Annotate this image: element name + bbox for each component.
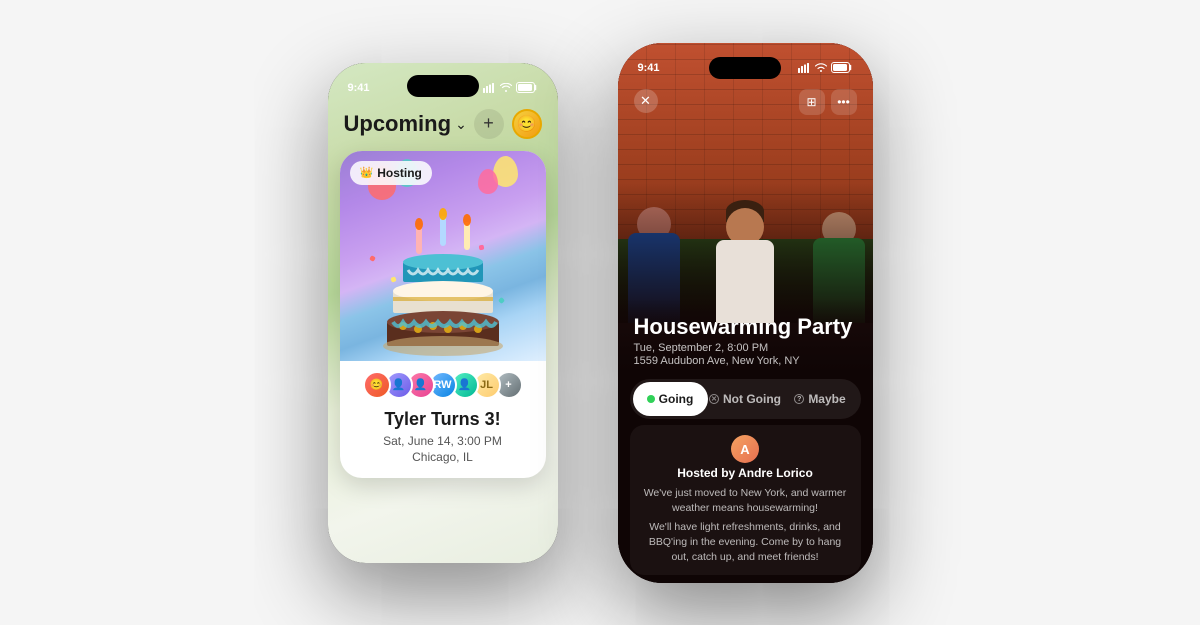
- battery-icon-2: [831, 62, 853, 73]
- phone-2: 9:41: [618, 43, 873, 583]
- dynamic-island-1: [407, 75, 479, 97]
- event-photo: [618, 43, 873, 324]
- rsvp-row: Going ✕ Not Going ? Maybe: [630, 379, 861, 419]
- chevron-down-icon: ⌄: [455, 116, 467, 133]
- close-button[interactable]: ✕: [634, 89, 658, 113]
- person-center: [716, 240, 774, 323]
- status-bar-2: 9:41: [618, 43, 873, 85]
- not-going-icon: ✕: [709, 394, 719, 404]
- user-avatar-button[interactable]: 😊: [512, 109, 542, 139]
- wifi-icon-2: [815, 63, 827, 72]
- host-avatar: A: [731, 435, 759, 463]
- host-description-2: We'll have light refreshments, drinks, a…: [642, 520, 849, 564]
- event-info: Tyler Turns 3! Sat, June 14, 3:00 PM Chi…: [340, 405, 546, 478]
- header-title-area[interactable]: Upcoming ⌄: [344, 111, 467, 137]
- more-options-button[interactable]: •••: [831, 89, 857, 115]
- host-section: A Hosted by Andre Lorico We've just move…: [630, 425, 861, 574]
- balloon-pink: [478, 169, 498, 194]
- status-icons-2: [798, 60, 853, 73]
- hosting-text: Hosting: [377, 166, 422, 180]
- signal-icon-2: [798, 63, 811, 73]
- maybe-icon: ?: [794, 394, 804, 404]
- menu-buttons: ⊞ •••: [799, 89, 857, 115]
- hosting-badge: 👑 Hosting: [350, 161, 432, 185]
- host-row: A Hosted by Andre Lorico: [642, 435, 849, 480]
- rsvp-going-button[interactable]: Going: [633, 382, 708, 416]
- not-going-label: Not Going: [723, 392, 781, 406]
- detail-event-location: 1559 Audubon Ave, New York, NY: [634, 355, 857, 367]
- event-location: Chicago, IL: [356, 450, 530, 464]
- confetti-1: [369, 255, 376, 262]
- grid-icon-button[interactable]: ⊞: [799, 89, 825, 115]
- upcoming-title: Upcoming: [344, 111, 452, 137]
- phone-1: 9:41: [328, 63, 558, 563]
- detail-event-date: Tue, September 2, 8:00 PM: [634, 342, 857, 354]
- event-date: Sat, June 14, 3:00 PM: [356, 434, 530, 448]
- going-label: Going: [659, 392, 694, 406]
- add-event-button[interactable]: +: [474, 109, 504, 139]
- header-actions: + 😊: [474, 109, 542, 139]
- crown-icon: 👑: [360, 166, 374, 179]
- attendees-row: 😊 👤 👤 RW 👤 JL +: [340, 361, 546, 405]
- rsvp-not-going-button[interactable]: ✕ Not Going: [708, 382, 783, 416]
- event-name: Tyler Turns 3!: [356, 409, 530, 430]
- status-time-2: 9:41: [638, 60, 660, 74]
- cake-illustration: [378, 206, 508, 361]
- going-indicator: [647, 395, 655, 403]
- event-card-image: 👑 Hosting: [340, 151, 546, 361]
- rsvp-maybe-button[interactable]: ? Maybe: [783, 382, 858, 416]
- event-card-tyler[interactable]: 👑 Hosting 😊 👤 👤 RW 👤 JL + Tyler Turn: [340, 151, 546, 478]
- maybe-label: Maybe: [808, 392, 845, 406]
- event-details-bottom: Housewarming Party Tue, September 2, 8:0…: [618, 298, 873, 583]
- host-name: Hosted by Andre Lorico: [677, 466, 813, 480]
- attendee-1: 😊: [363, 371, 391, 399]
- host-description-1: We've just moved to New York, and warmer…: [642, 486, 849, 515]
